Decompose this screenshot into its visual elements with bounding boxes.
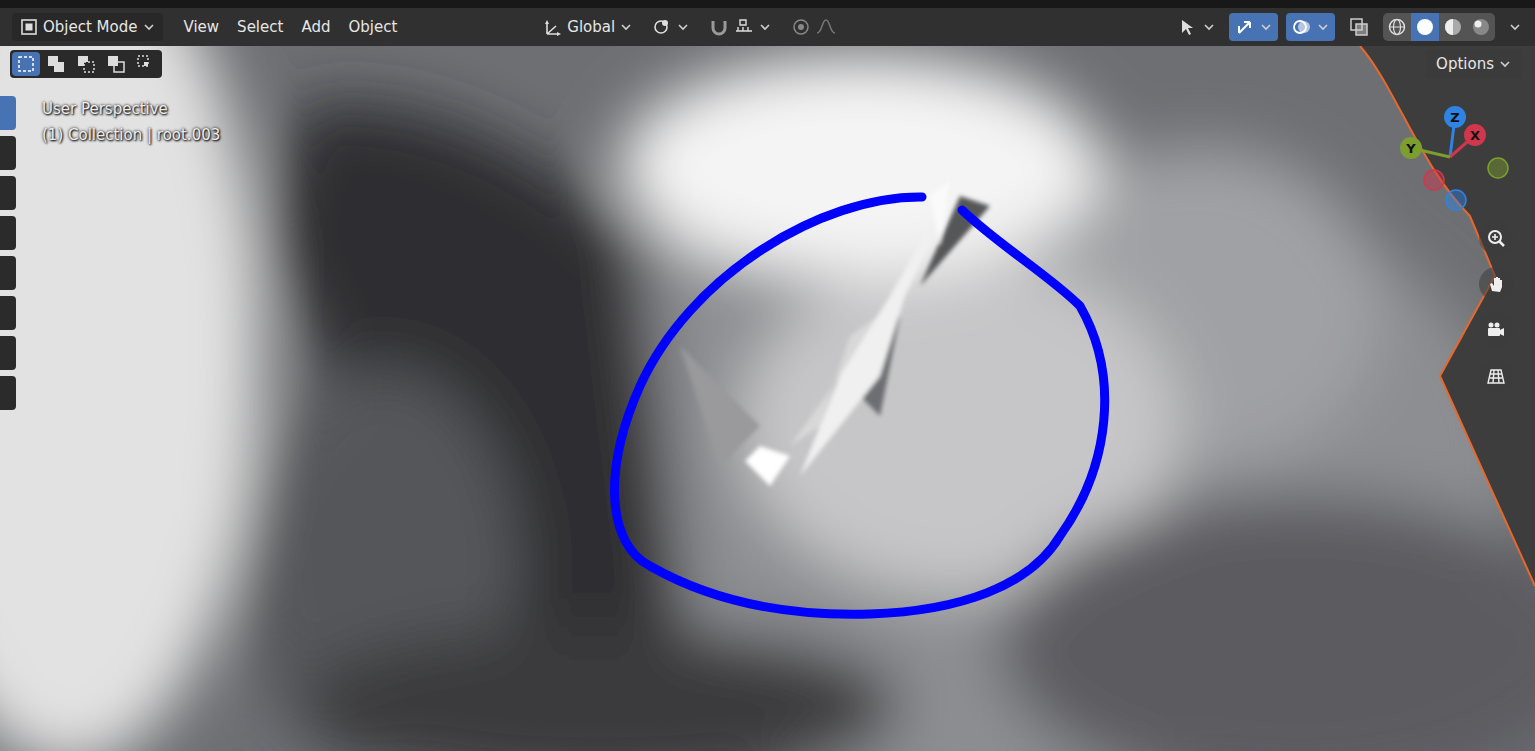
- chevron-icon: [620, 21, 632, 33]
- pan-button[interactable]: [1479, 267, 1513, 301]
- tool-button[interactable]: [0, 296, 16, 330]
- shading-modes: [1383, 13, 1495, 41]
- chevron-icon: [1317, 21, 1329, 33]
- chevron-icon: [1260, 21, 1272, 33]
- magnet-icon: [709, 17, 729, 37]
- view-name: User Perspective: [42, 96, 220, 122]
- snap-increment-icon: [734, 17, 754, 37]
- hand-icon: [1486, 274, 1506, 294]
- chevron-icon: [1509, 21, 1521, 33]
- tool-button[interactable]: [0, 336, 16, 370]
- tool-button[interactable]: [0, 176, 16, 210]
- navigation-buttons: [1479, 221, 1513, 393]
- falloff-icon: [816, 17, 836, 37]
- navigation-gizmo[interactable]: ZX Y: [1395, 96, 1525, 226]
- overlays-toggle[interactable]: [1286, 13, 1335, 41]
- pivot-dropdown[interactable]: [646, 13, 695, 41]
- mode-label: Object Mode: [43, 18, 138, 36]
- snap-settings[interactable]: [703, 13, 777, 41]
- subtract-icon: [76, 54, 96, 74]
- chevron-icon: [759, 21, 771, 33]
- view-settings: [1172, 13, 1527, 41]
- rendered-shading-button[interactable]: [1467, 13, 1495, 41]
- orientation-icon: [544, 18, 562, 36]
- tool-button[interactable]: [0, 216, 16, 250]
- pivot-icon: [652, 17, 672, 37]
- proportional-icon: [791, 17, 811, 37]
- invert-icon: [106, 54, 126, 74]
- xray-toggle[interactable]: [1343, 13, 1375, 41]
- menu-item[interactable]: Add: [292, 16, 339, 39]
- proportional-editing[interactable]: [785, 13, 842, 41]
- orientation-label: Global: [567, 18, 615, 36]
- viewport-info: User Perspective(1) Collection | root.00…: [42, 96, 220, 148]
- negative-axis-handle[interactable]: [1446, 190, 1466, 210]
- visibility-icon: [1178, 17, 1198, 37]
- solid-icon: [1415, 17, 1435, 37]
- zoom-button[interactable]: [1479, 221, 1513, 255]
- axis-handle[interactable]: [1444, 106, 1466, 128]
- axis-handle[interactable]: [1400, 137, 1422, 159]
- tool-button[interactable]: [0, 256, 16, 290]
- gizmos-icon: [1235, 17, 1255, 37]
- menu-item[interactable]: View: [175, 16, 229, 39]
- chevron-icon: [677, 21, 689, 33]
- visibility-toggle[interactable]: [1172, 13, 1221, 41]
- select-modes: [10, 50, 162, 78]
- chevron-icon: [143, 21, 155, 33]
- shading-options[interactable]: [1503, 13, 1527, 41]
- options-label: Options: [1436, 55, 1494, 73]
- set-select-mode[interactable]: [12, 52, 40, 76]
- negative-axis-handle[interactable]: [1488, 158, 1508, 178]
- viewport-header: Object Mode ViewSelectAddObject Global: [0, 8, 1535, 46]
- overlays-icon: [1292, 17, 1312, 37]
- menu-bar: ViewSelectAddObject: [175, 16, 407, 39]
- subtract-select-mode[interactable]: [72, 52, 100, 76]
- orientation-dropdown[interactable]: Global: [538, 13, 638, 41]
- material-shading-button[interactable]: [1439, 13, 1467, 41]
- negative-axis-handle[interactable]: [1424, 170, 1444, 190]
- transform-settings: Global: [538, 13, 842, 41]
- axis-label: Z: [1450, 110, 1459, 125]
- solid-shading-button[interactable]: [1411, 13, 1439, 41]
- extend-icon: [46, 54, 66, 74]
- menu-item[interactable]: Select: [228, 16, 292, 39]
- xray-icon: [1349, 17, 1369, 37]
- mesh-render: [0, 46, 1535, 751]
- tool-button[interactable]: [0, 136, 16, 170]
- set-icon: [16, 54, 36, 74]
- viewport[interactable]: Options User Perspective(1) Collection | …: [0, 46, 1535, 751]
- wireframe-shading-button[interactable]: [1383, 13, 1411, 41]
- intersect-select-mode[interactable]: [132, 52, 160, 76]
- axis-label: Y: [1405, 141, 1416, 156]
- rendered-icon: [1471, 17, 1491, 37]
- grid-icon: [1486, 366, 1506, 386]
- gizmos-toggle[interactable]: [1229, 13, 1278, 41]
- active-object: (1) Collection | root.003: [42, 122, 220, 148]
- tool-settings: [10, 50, 162, 81]
- chevron-icon: [1203, 21, 1215, 33]
- tool-button[interactable]: [0, 96, 16, 130]
- ortho-toggle-button[interactable]: [1479, 359, 1513, 393]
- mode-dropdown[interactable]: Object Mode: [12, 13, 163, 41]
- magnifier-icon: [1486, 228, 1506, 248]
- axis-handle[interactable]: [1464, 124, 1486, 146]
- camera-view-button[interactable]: [1479, 313, 1513, 347]
- toolbar: [0, 96, 16, 410]
- invert-select-mode[interactable]: [102, 52, 130, 76]
- axis-label: X: [1470, 128, 1480, 143]
- material-icon: [1443, 17, 1463, 37]
- wireframe-icon: [1387, 17, 1407, 37]
- options-dropdown[interactable]: Options: [1426, 50, 1521, 78]
- window-top-strip: [0, 0, 1535, 8]
- camera-icon: [1486, 320, 1506, 340]
- tool-button[interactable]: [0, 376, 16, 410]
- menu-item[interactable]: Object: [339, 16, 406, 39]
- extend-select-mode[interactable]: [42, 52, 70, 76]
- intersect-icon: [136, 54, 156, 74]
- chevron-icon: [1499, 58, 1511, 70]
- object-mode-icon: [20, 18, 38, 36]
